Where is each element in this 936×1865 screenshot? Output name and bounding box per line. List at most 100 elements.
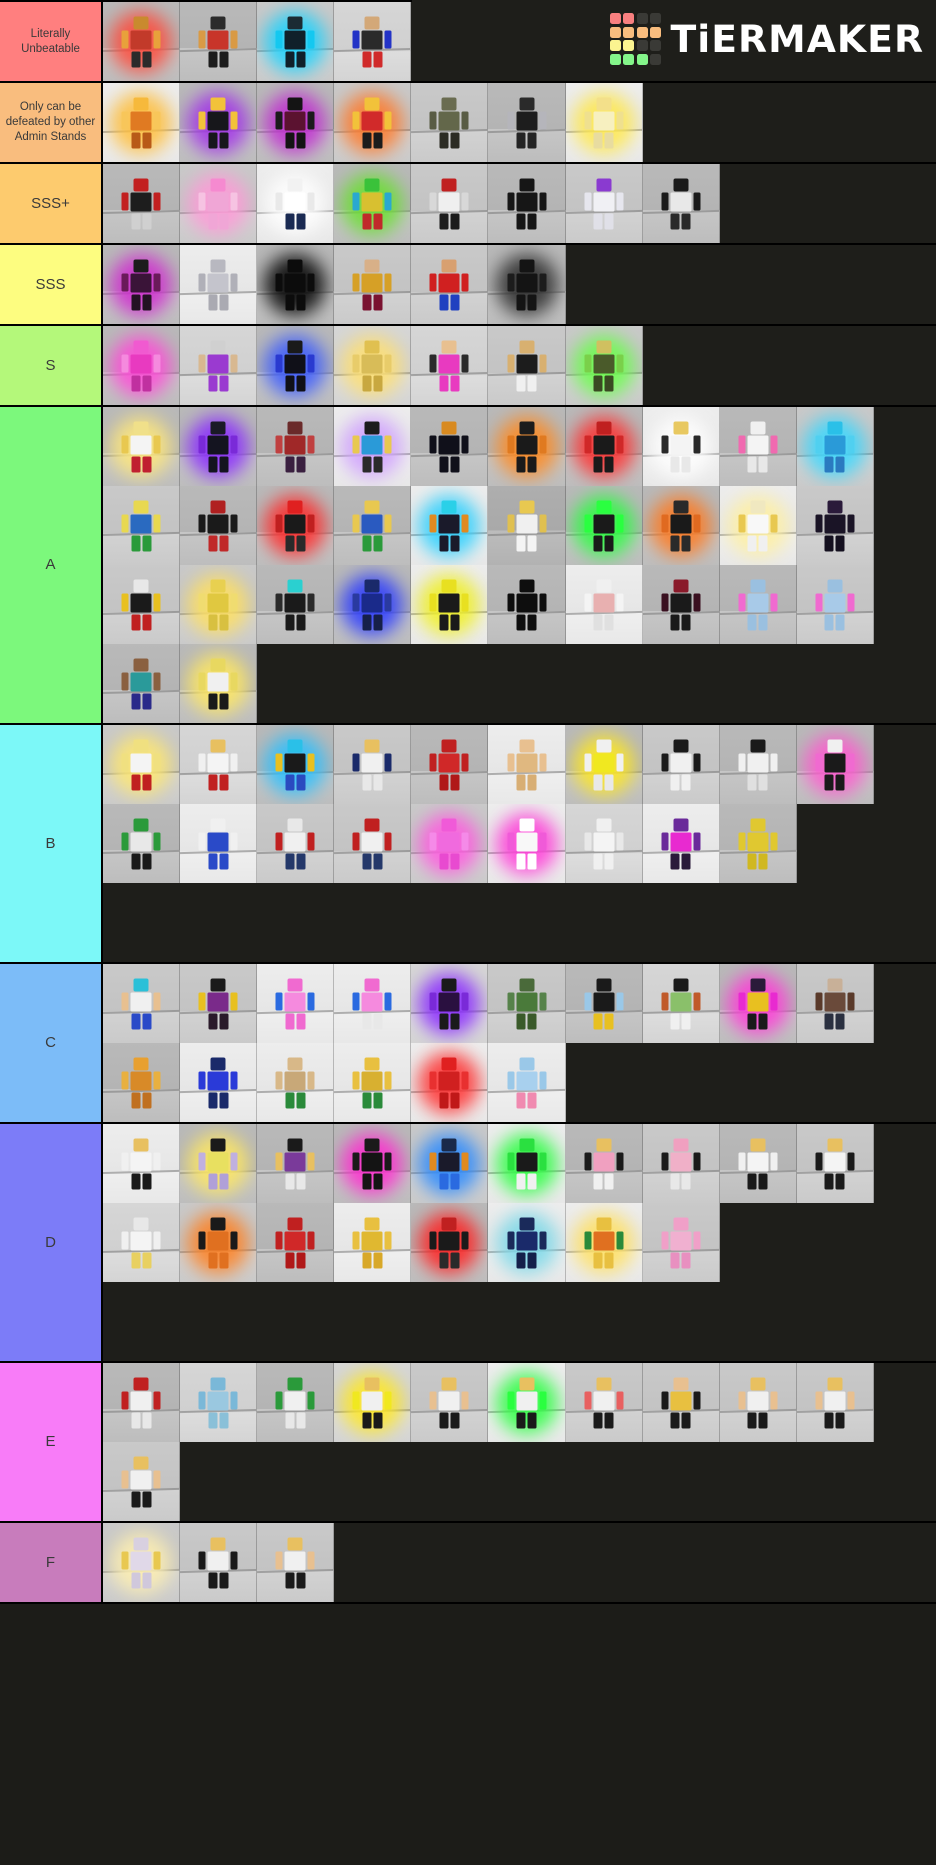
tier-label-3[interactable]: SSS+ xyxy=(0,164,103,243)
tier-item[interactable] xyxy=(796,725,874,804)
tier-item[interactable] xyxy=(488,83,566,162)
tier-label-9[interactable]: D xyxy=(0,1124,103,1361)
tier-item[interactable] xyxy=(103,964,181,1043)
tier-item[interactable] xyxy=(180,1043,258,1122)
tier-item[interactable] xyxy=(257,1203,335,1282)
tier-item[interactable] xyxy=(103,2,181,81)
tier-item[interactable] xyxy=(642,164,720,243)
tier-item[interactable] xyxy=(411,83,489,162)
tier-item[interactable] xyxy=(411,407,489,486)
tier-item[interactable] xyxy=(257,2,335,81)
tier-item[interactable] xyxy=(257,164,335,243)
tier-item[interactable] xyxy=(257,1523,335,1602)
tier-item[interactable] xyxy=(565,83,643,162)
tier-item[interactable] xyxy=(796,1124,874,1203)
tier-item[interactable] xyxy=(488,407,566,486)
tier-item[interactable] xyxy=(334,725,412,804)
tier-item[interactable] xyxy=(488,725,566,804)
tier-item[interactable] xyxy=(411,1363,489,1442)
tier-item[interactable] xyxy=(488,1203,566,1282)
tier-item[interactable] xyxy=(334,407,412,486)
tier-item[interactable] xyxy=(257,245,335,324)
tier-empty-space[interactable] xyxy=(565,1043,936,1122)
tier-label-1[interactable]: Literally Unbeatable xyxy=(0,2,103,81)
tier-item[interactable] xyxy=(180,644,258,723)
tier-item[interactable] xyxy=(488,164,566,243)
tier-item[interactable] xyxy=(411,565,489,644)
tier-item[interactable] xyxy=(103,407,181,486)
tier-item[interactable] xyxy=(103,1203,181,1282)
tier-item[interactable] xyxy=(411,725,489,804)
tier-item[interactable] xyxy=(103,1523,181,1602)
tier-item[interactable] xyxy=(334,1124,412,1203)
tier-item[interactable] xyxy=(180,2,258,81)
tier-item[interactable] xyxy=(180,565,258,644)
tier-item[interactable] xyxy=(565,1124,643,1203)
tier-empty-space[interactable] xyxy=(334,1523,936,1602)
tier-item[interactable] xyxy=(180,486,258,565)
tier-item[interactable] xyxy=(103,83,181,162)
tier-item[interactable] xyxy=(334,245,412,324)
tier-item[interactable] xyxy=(719,407,797,486)
tier-item[interactable] xyxy=(719,725,797,804)
tier-item[interactable] xyxy=(257,1124,335,1203)
tier-item[interactable] xyxy=(565,407,643,486)
tier-item[interactable] xyxy=(719,1363,797,1442)
tier-item[interactable] xyxy=(719,486,797,565)
tier-label-7[interactable]: B xyxy=(0,725,103,962)
tier-item[interactable] xyxy=(257,83,335,162)
tier-item[interactable] xyxy=(719,1124,797,1203)
tier-item[interactable] xyxy=(180,326,258,405)
tier-item[interactable] xyxy=(642,725,720,804)
tier-item[interactable] xyxy=(796,407,874,486)
tier-item[interactable] xyxy=(334,486,412,565)
tier-item[interactable] xyxy=(411,326,489,405)
tier-item[interactable] xyxy=(257,407,335,486)
tier-item[interactable] xyxy=(257,326,335,405)
tier-empty-space[interactable] xyxy=(180,1442,936,1521)
tier-item[interactable] xyxy=(334,565,412,644)
tier-item[interactable] xyxy=(411,804,489,883)
tier-label-5[interactable]: S xyxy=(0,326,103,405)
tier-item[interactable] xyxy=(334,1203,412,1282)
tier-item[interactable] xyxy=(642,565,720,644)
tier-item[interactable] xyxy=(488,245,566,324)
tier-item[interactable] xyxy=(180,1203,258,1282)
tier-item[interactable] xyxy=(103,326,181,405)
tier-item[interactable] xyxy=(103,1442,181,1521)
tier-item[interactable] xyxy=(180,245,258,324)
tier-empty-space[interactable] xyxy=(642,326,936,405)
tier-empty-space[interactable] xyxy=(719,1203,936,1282)
tier-item[interactable] xyxy=(488,486,566,565)
tier-item[interactable] xyxy=(488,565,566,644)
tier-empty-space[interactable] xyxy=(565,245,936,324)
tier-item[interactable] xyxy=(796,565,874,644)
tier-item[interactable] xyxy=(796,486,874,565)
tier-item[interactable] xyxy=(488,964,566,1043)
tier-empty-space[interactable] xyxy=(719,164,936,243)
tier-item[interactable] xyxy=(180,1523,258,1602)
tier-item[interactable] xyxy=(257,1043,335,1122)
tier-item[interactable] xyxy=(257,804,335,883)
tier-item[interactable] xyxy=(642,407,720,486)
tier-item[interactable] xyxy=(411,245,489,324)
tier-item[interactable] xyxy=(180,407,258,486)
tier-item[interactable] xyxy=(642,1203,720,1282)
tier-empty-space[interactable] xyxy=(642,83,936,162)
tier-label-8[interactable]: C xyxy=(0,964,103,1122)
tier-item[interactable] xyxy=(180,964,258,1043)
tier-item[interactable] xyxy=(334,326,412,405)
tier-item[interactable] xyxy=(488,1363,566,1442)
tier-item[interactable] xyxy=(334,164,412,243)
tier-item[interactable] xyxy=(257,725,335,804)
tier-item[interactable] xyxy=(411,964,489,1043)
tier-item[interactable] xyxy=(334,964,412,1043)
tier-item[interactable] xyxy=(565,964,643,1043)
tier-item[interactable] xyxy=(796,964,874,1043)
tier-item[interactable] xyxy=(488,804,566,883)
tier-item[interactable] xyxy=(180,725,258,804)
tier-label-10[interactable]: E xyxy=(0,1363,103,1521)
tier-item[interactable] xyxy=(719,804,797,883)
tier-item[interactable] xyxy=(642,964,720,1043)
tier-item[interactable] xyxy=(103,565,181,644)
